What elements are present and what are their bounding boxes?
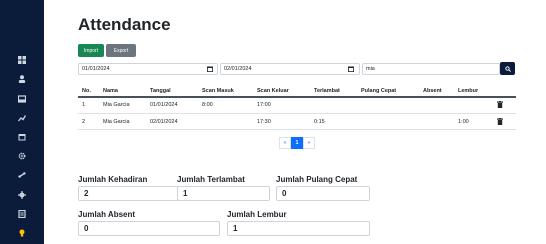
sidebar-item-documents[interactable]: [0, 207, 44, 221]
end-date-calendar-icon[interactable]: [345, 63, 357, 75]
cell-tanggal: 02/01/2024: [150, 119, 178, 125]
delete-row-icon[interactable]: [497, 101, 503, 108]
sidebar-item-calendar[interactable]: [0, 130, 44, 144]
cell-scan-masuk: 8:00: [202, 102, 213, 108]
column-header-no: No.: [82, 88, 91, 94]
page-title: Attendance: [78, 15, 171, 34]
column-header-absent: Absent: [423, 88, 442, 94]
terlambat-value: 1: [177, 186, 270, 201]
link-icon: [18, 172, 26, 178]
lightbulb-icon: [19, 229, 25, 237]
lembur-value: 1: [227, 221, 370, 236]
sidebar-item-ideas[interactable]: [0, 226, 44, 240]
cell-nama: Mia Garcia: [103, 102, 130, 108]
sidebar-item-users[interactable]: [0, 72, 44, 86]
cell-nama: Mia Garcia: [103, 119, 130, 125]
pulang-cepat-value: 0: [276, 186, 370, 201]
column-header-scan-keluar: Scan Keluar: [257, 88, 289, 94]
pagination: « 1 »: [279, 137, 315, 149]
sidebar-item-settings[interactable]: [0, 149, 44, 163]
cell-no: 2: [82, 119, 86, 125]
start-date-input[interactable]: 01/01/2024: [78, 63, 218, 75]
row-divider: [78, 129, 516, 130]
export-button[interactable]: Export: [106, 44, 136, 57]
column-header-lembur: Lembur: [458, 88, 479, 94]
grid-icon: [18, 56, 26, 64]
cell-lembur: 1:00: [458, 119, 469, 125]
absent-label: Jumlah Absent: [78, 210, 136, 219]
sidebar-item-dashboard[interactable]: [0, 53, 44, 67]
cell-terlambat: 0:15: [314, 119, 325, 125]
settings-icon: [18, 191, 26, 199]
sidebar-item-config[interactable]: [0, 188, 44, 202]
column-header-terlambat: Terlambat: [314, 88, 340, 94]
chart-icon: [18, 115, 26, 122]
sidebar-item-reports[interactable]: [0, 111, 44, 125]
sidebar-item-inbox[interactable]: [0, 92, 44, 106]
column-header-scan-masuk: Scan Masuk: [202, 88, 234, 94]
terlambat-label: Jumlah Terlambat: [177, 175, 245, 184]
column-header-tanggal: Tanggal: [150, 88, 171, 94]
cell-scan-keluar: 17:00: [257, 102, 271, 108]
lembur-label: Jumlah Lembur: [227, 210, 287, 219]
user-icon: [18, 75, 26, 83]
cell-no: 1: [82, 102, 86, 108]
prev-page-button[interactable]: «: [279, 137, 291, 149]
cell-scan-keluar: 17:30: [257, 119, 271, 125]
import-button[interactable]: Import: [78, 44, 104, 57]
search-icon: [504, 65, 511, 72]
search-input[interactable]: mia: [362, 63, 500, 75]
table-header-divider: [78, 96, 516, 98]
inbox-icon: [18, 95, 26, 103]
column-header-pulang-cepat: Pulang Cepat: [361, 88, 397, 94]
page-1-button[interactable]: 1: [291, 137, 303, 149]
document-icon: [18, 210, 26, 218]
gear-icon: [18, 152, 26, 160]
delete-row-icon[interactable]: [497, 118, 503, 125]
next-page-button[interactable]: »: [303, 137, 315, 149]
cell-tanggal: 01/01/2024: [150, 102, 178, 108]
search-button[interactable]: [500, 62, 515, 75]
column-header-nama: Nama: [103, 88, 118, 94]
end-date-input[interactable]: 02/01/2024: [220, 63, 360, 75]
kehadiran-label: Jumlah Kehadiran: [78, 175, 148, 184]
absent-value: 0: [78, 221, 220, 236]
row-divider: [78, 113, 516, 114]
pulang-cepat-label: Jumlah Pulang Cepat: [276, 175, 358, 184]
start-date-calendar-icon[interactable]: [204, 63, 216, 75]
sidebar: [0, 0, 44, 244]
sidebar-item-links[interactable]: [0, 168, 44, 182]
calendar-icon: [18, 134, 26, 141]
